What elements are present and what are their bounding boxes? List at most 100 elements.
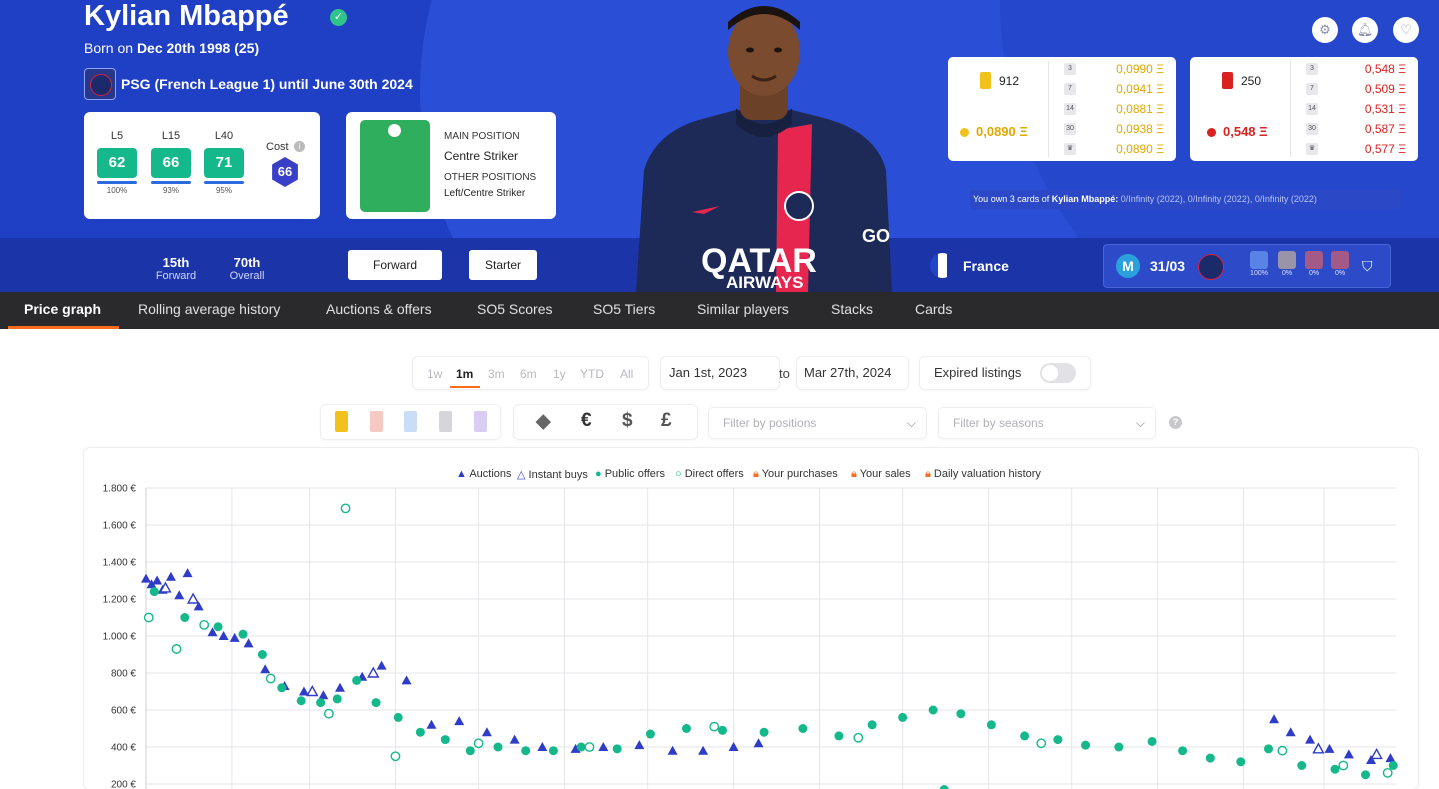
- forward-button[interactable]: Forward: [348, 250, 442, 280]
- public-offer-point: [1114, 742, 1124, 752]
- range-all[interactable]: All: [620, 367, 633, 381]
- public-offer-point: [316, 698, 326, 708]
- price-row: 30 0,587 Ξ: [1306, 119, 1406, 139]
- range-1w[interactable]: 1w: [427, 367, 442, 381]
- limited-card-icon: [980, 72, 991, 89]
- france-flag-icon: [930, 253, 955, 278]
- tab-rolling-average-history[interactable]: Rolling average history: [138, 292, 280, 329]
- range-6m[interactable]: 6m: [520, 367, 537, 381]
- auction-point: [1285, 727, 1296, 737]
- auction-point: [401, 675, 412, 685]
- currency-gbp[interactable]: £: [661, 410, 672, 432]
- info-icon[interactable]: i: [294, 141, 305, 152]
- other-positions: Left/Centre Striker: [444, 188, 526, 199]
- chevron-down-icon: ⌵: [906, 416, 916, 430]
- price-dot-icon: [960, 128, 969, 137]
- public-offer-point: [415, 727, 425, 737]
- date-to-input[interactable]: Mar 27th, 2024: [797, 357, 908, 389]
- rare-card-icon: [1222, 72, 1233, 89]
- tab-auctions-offers[interactable]: Auctions & offers: [326, 292, 432, 329]
- public-offer-point: [548, 746, 558, 756]
- legend-direct-offers[interactable]: ○ Direct offers: [675, 468, 744, 480]
- date-to-label: to: [779, 366, 790, 381]
- tab-cards[interactable]: Cards: [915, 292, 952, 329]
- tab-so5-tiers[interactable]: SO5 Tiers: [593, 292, 655, 329]
- next-match[interactable]: M 31/03 100% 0% 0% 0% ⛉: [1103, 244, 1391, 288]
- auction-point: [481, 727, 492, 737]
- direct-offer-point: [584, 742, 595, 752]
- public-offer-point: [956, 709, 966, 719]
- y-tick-label: 1.600 €: [103, 521, 137, 532]
- bell-icon[interactable]: 🔔︎: [1352, 17, 1378, 43]
- heart-icon[interactable]: ♡: [1393, 17, 1419, 43]
- starter-button[interactable]: Starter: [469, 250, 537, 280]
- tab-price-graph[interactable]: Price graph: [24, 292, 101, 329]
- custom-rarity-icon[interactable]: [474, 411, 487, 432]
- direct-offer-point: [709, 721, 720, 732]
- direct-offer-point: [143, 612, 154, 623]
- auction-point: [182, 568, 193, 578]
- cost-label: Cost: [266, 141, 289, 153]
- price-scatter-chart: 0,00 €200 €400 €600 €800 €1.000 €1.200 €…: [103, 484, 1398, 789]
- pitch-icon: [360, 120, 430, 212]
- legend-public-offers[interactable]: ● Public offers: [595, 468, 665, 480]
- public-offer-point: [1330, 764, 1340, 774]
- y-tick-label: 1.800 €: [103, 484, 137, 495]
- instant-buy-point: [1312, 742, 1325, 754]
- tab-similar-players[interactable]: Similar players: [697, 292, 789, 329]
- auction-point: [1343, 749, 1354, 759]
- auction-point: [174, 590, 185, 600]
- score-l40: L40 71 95%: [204, 130, 244, 195]
- legend-auctions[interactable]: ▲ Auctions: [456, 468, 512, 480]
- auction-point: [141, 573, 151, 583]
- public-offer-point: [939, 785, 949, 789]
- expired-listings-toggle[interactable]: [1040, 363, 1076, 383]
- public-offer-point: [521, 746, 531, 756]
- unique-rarity-icon[interactable]: [439, 411, 452, 432]
- public-offer-point: [834, 731, 844, 741]
- public-offer-point: [898, 712, 908, 722]
- public-offer-point: [238, 629, 248, 639]
- public-offer-point: [1361, 770, 1371, 780]
- seasons-select[interactable]: Filter by seasons ⌵: [939, 408, 1155, 438]
- currency-eur[interactable]: €: [581, 410, 592, 432]
- club-logo: [84, 68, 116, 100]
- direct-offer-point: [390, 751, 401, 762]
- y-tick-label: 1.400 €: [103, 558, 137, 569]
- currency-usd[interactable]: $: [622, 410, 633, 432]
- public-offer-point: [493, 742, 503, 752]
- auction-point: [152, 575, 163, 585]
- public-offer-point: [1205, 753, 1215, 763]
- public-offer-point: [352, 675, 362, 685]
- ethereum-icon[interactable]: ◆: [536, 410, 551, 433]
- settings-icon[interactable]: ⚙: [1312, 17, 1338, 43]
- range-ytd[interactable]: YTD: [580, 367, 604, 381]
- y-tick-label: 1.000 €: [103, 632, 137, 643]
- range-3m[interactable]: 3m: [488, 367, 505, 381]
- range-1m[interactable]: 1m: [456, 367, 473, 381]
- owned-cards-banner: You own 3 cards of Kylian Mbappé: 0/Infi…: [970, 190, 1401, 209]
- public-offer-point: [296, 696, 306, 706]
- main-position: Centre Striker: [444, 149, 519, 163]
- rank-forward: 15th Forward: [155, 255, 197, 282]
- chart-grid: [145, 487, 1396, 789]
- help-icon[interactable]: ?: [1169, 416, 1182, 429]
- rare-rarity-icon[interactable]: [370, 411, 383, 432]
- auction-point: [1324, 743, 1335, 753]
- public-offer-point: [1178, 746, 1188, 756]
- range-1y[interactable]: 1y: [553, 367, 566, 381]
- direct-offer-point: [340, 503, 351, 514]
- super-rare-rarity-icon[interactable]: [404, 411, 417, 432]
- auction-point: [426, 719, 437, 729]
- appearance-chip: 0%: [1277, 251, 1297, 277]
- public-offer-point: [645, 729, 655, 739]
- price-row: 3 0,548 Ξ: [1306, 59, 1406, 79]
- player-name: Kylian Mbappé: [84, 0, 289, 32]
- positions-select[interactable]: Filter by positions ⌵: [709, 408, 926, 438]
- auction-point: [318, 690, 329, 700]
- limited-rarity-icon[interactable]: [335, 411, 348, 432]
- tab-so5-scores[interactable]: SO5 Scores: [477, 292, 552, 329]
- y-tick-label: 400 €: [111, 743, 136, 754]
- tab-stacks[interactable]: Stacks: [831, 292, 873, 329]
- date-from-input[interactable]: Jan 1st, 2023: [661, 357, 779, 389]
